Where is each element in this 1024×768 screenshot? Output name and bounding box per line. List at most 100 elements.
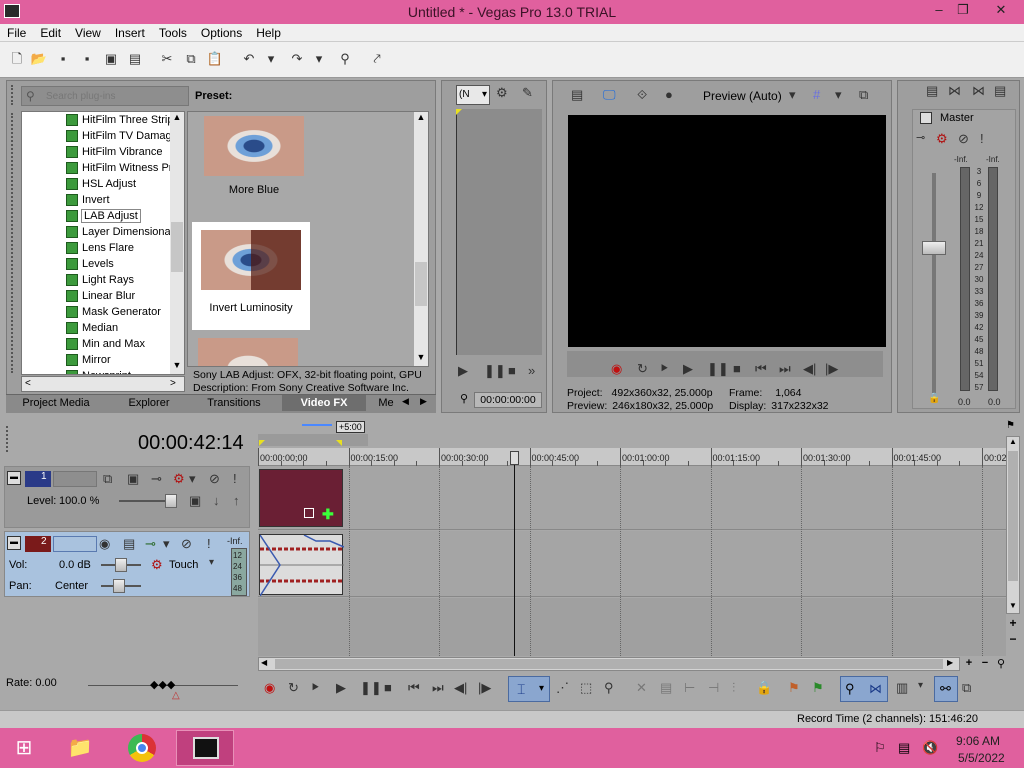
solo-icon[interactable]: !: [233, 471, 237, 486]
go-to-start-icon[interactable]: ⏮: [755, 361, 767, 377]
save-as-icon[interactable]: ▪: [78, 50, 96, 68]
track-name-field[interactable]: [53, 536, 97, 552]
trim-start-icon[interactable]: ⊢: [684, 680, 695, 696]
scroll-up-icon[interactable]: ▲: [414, 112, 428, 126]
make-compositing-parent-icon[interactable]: ↑: [233, 493, 240, 508]
open-icon[interactable]: 📂: [30, 50, 48, 68]
plugin-item[interactable]: Levels: [22, 256, 170, 272]
menu-tools[interactable]: Tools: [152, 24, 194, 40]
tab-media-generators[interactable]: Me: [374, 395, 398, 411]
plugin-item[interactable]: Linear Blur: [22, 288, 170, 304]
previous-frame-icon[interactable]: ◀|: [454, 680, 467, 696]
plugin-item[interactable]: Mask Generator: [22, 304, 170, 320]
plugin-search[interactable]: ⚲ Search plug-ins: [21, 86, 189, 106]
scroll-down-icon[interactable]: ▼: [414, 352, 428, 366]
copy-icon[interactable]: ⧉: [182, 50, 200, 68]
cut-icon[interactable]: ✂: [158, 50, 176, 68]
tab-scroll-right-icon[interactable]: ▶: [420, 396, 427, 407]
whats-this-icon[interactable]: ⤤: [368, 50, 386, 68]
next-icon[interactable]: »: [528, 363, 535, 378]
selection-tool-icon[interactable]: ⬚: [580, 680, 592, 696]
play-icon[interactable]: ▶: [683, 361, 693, 377]
video-preview-screen[interactable]: [568, 115, 886, 347]
plugin-item[interactable]: Light Rays: [22, 272, 170, 288]
scroll-left-icon[interactable]: <: [25, 378, 31, 389]
play-icon[interactable]: ▶: [458, 363, 468, 379]
paste-icon[interactable]: 📋: [206, 50, 224, 68]
chrome-icon[interactable]: [122, 732, 162, 764]
dim-output-icon[interactable]: ⋈: [972, 83, 985, 99]
pause-icon[interactable]: ❚❚: [484, 363, 506, 379]
menu-help[interactable]: Help: [249, 24, 288, 40]
split-icon[interactable]: ⫶: [732, 680, 735, 696]
plugin-item[interactable]: Invert: [22, 192, 170, 208]
enable-snapping-icon[interactable]: ⚲: [845, 681, 855, 697]
scroll-right-icon[interactable]: ▶: [947, 658, 953, 667]
composite-icon[interactable]: ⧉: [103, 471, 112, 487]
tab-scroll-left-icon[interactable]: ◀: [402, 396, 409, 407]
track-vscroll[interactable]: ▲ ▼: [1006, 436, 1020, 614]
maximize-button[interactable]: ❐: [950, 2, 976, 20]
record-overlay-icon[interactable]: ●: [665, 87, 673, 102]
scroll-thumb[interactable]: [1008, 451, 1018, 581]
mute-icon[interactable]: ⊘: [209, 471, 220, 487]
loop-end-marker[interactable]: [336, 440, 342, 446]
loop-region-bar[interactable]: [258, 434, 368, 446]
trimmer-pin-icon[interactable]: ⚲: [460, 392, 468, 405]
plugin-item[interactable]: Mirror: [22, 352, 170, 368]
external-monitor-icon[interactable]: 🖵: [603, 87, 616, 103]
copy-snapshot-icon[interactable]: ⧉: [859, 87, 868, 103]
master-pan-icon[interactable]: ⊸: [916, 131, 925, 144]
next-frame-icon[interactable]: |▶: [825, 361, 838, 377]
plugin-item[interactable]: HitFilm TV Damage: [22, 128, 178, 144]
scroll-thumb[interactable]: [171, 222, 183, 272]
tab-video-fx[interactable]: Video FX: [282, 395, 366, 411]
go-to-start-icon[interactable]: ⏮: [408, 680, 420, 696]
master-fader[interactable]: [922, 241, 946, 255]
cursor-handle[interactable]: [510, 451, 519, 465]
insert-region-icon[interactable]: ⚑: [812, 680, 824, 696]
plugin-item[interactable]: Newsprint: [22, 368, 170, 374]
zoom-tool-icon[interactable]: ⚲: [604, 680, 614, 696]
master-fx-icon[interactable]: ▤: [926, 83, 938, 99]
master-fx-chain-icon[interactable]: ⚙: [936, 131, 948, 147]
make-compositing-child-icon[interactable]: ↓: [213, 493, 220, 508]
close-button[interactable]: ✕: [986, 2, 1016, 20]
event-fx-icon[interactable]: ✚: [322, 506, 334, 523]
menu-edit[interactable]: Edit: [33, 24, 68, 40]
track-motion-icon[interactable]: ⊸: [151, 471, 162, 487]
scroll-thumb[interactable]: [415, 262, 427, 306]
plugin-item[interactable]: LAB Adjust: [22, 208, 170, 224]
track-minimize-icon[interactable]: ▬: [7, 471, 21, 485]
level-slider[interactable]: [165, 494, 177, 508]
automation-dropdown-icon[interactable]: ▾: [209, 557, 214, 568]
loop-start-marker[interactable]: [259, 440, 265, 446]
zoom-in-time-icon[interactable]: +: [962, 657, 976, 671]
overlays-dropdown-icon[interactable]: ▾: [835, 87, 842, 103]
plugin-item[interactable]: Median: [22, 320, 170, 336]
master-track-icon[interactable]: [920, 112, 932, 124]
ignore-event-grouping-icon[interactable]: ⧉: [962, 680, 971, 696]
master-solo-icon[interactable]: !: [980, 131, 984, 146]
file-explorer-icon[interactable]: 📁: [60, 732, 100, 764]
preset-thumbnail[interactable]: [198, 338, 298, 366]
preview-quality-dropdown-icon[interactable]: ▾: [789, 87, 796, 103]
start-icon[interactable]: ⊞: [4, 732, 44, 764]
trimmer-area[interactable]: [456, 109, 542, 355]
scroll-up-icon[interactable]: ▲: [170, 112, 184, 126]
loop-icon[interactable]: ↻: [637, 361, 648, 377]
record-icon[interactable]: ◉: [264, 680, 275, 696]
go-to-end-icon[interactable]: ⏭: [779, 361, 791, 377]
envelope-tool-icon[interactable]: ⋰: [556, 680, 569, 696]
properties-icon[interactable]: ▤: [126, 50, 144, 68]
action-center-icon[interactable]: ⚐: [874, 740, 886, 756]
track-fx-icon[interactable]: ▤: [123, 536, 135, 552]
zoom-out-track-icon[interactable]: −: [1006, 632, 1020, 646]
trim-icon[interactable]: ▤: [660, 680, 672, 696]
plugin-scrollbar[interactable]: ▲ ▼: [170, 112, 184, 374]
edit-tool-dropdown-icon[interactable]: ▾: [539, 683, 544, 694]
scroll-up-icon[interactable]: ▲: [1007, 437, 1019, 449]
video-track-header[interactable]: ▬ 1 ⧉ ▣ ⊸ ⚙ ▾ ⊘ ! Level: 100.0 % ▣ ↓ ↑: [4, 466, 250, 528]
auto-ripple-dropdown-icon[interactable]: ▾: [918, 680, 923, 691]
plugin-item[interactable]: HitFilm Witness Pr: [22, 160, 172, 176]
